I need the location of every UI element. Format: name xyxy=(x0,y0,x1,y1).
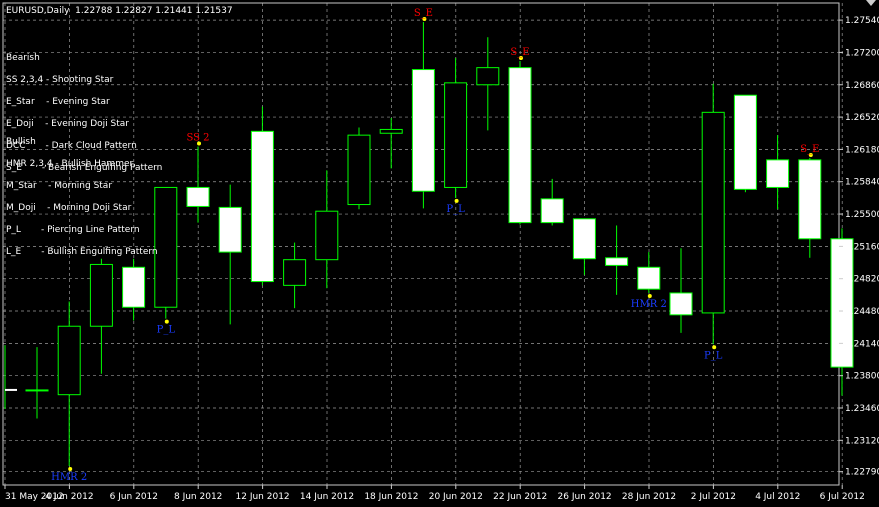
x-tick-label: 14 Jun 2012 xyxy=(300,492,354,502)
pattern-label: P_L xyxy=(704,350,723,361)
candle-body xyxy=(283,259,307,286)
x-tick-label: 4 Jun 2012 xyxy=(45,492,93,502)
pattern-label: P_L xyxy=(446,204,465,215)
bullish-legend-item: M_Doji - Morning Doji Star xyxy=(6,203,132,213)
price-axis: 1.27540 1.27200 1.26860 1.26520 1.26180 1.258… xyxy=(839,16,879,478)
pattern-marker xyxy=(454,198,459,203)
pattern-label: P_L xyxy=(157,325,176,336)
x-tick-label: 12 Jun 2012 xyxy=(236,492,290,502)
bearish-legend-title: Bearish xyxy=(6,53,40,63)
candle-body xyxy=(411,69,435,192)
bullish-legend-item: L_E - Bullish Engulfing Pattern xyxy=(6,247,158,257)
y-tick-label: 1.26860 xyxy=(845,81,879,91)
y-tick-label: 1.24140 xyxy=(845,339,879,349)
pattern-marker xyxy=(647,293,652,298)
pattern-marker xyxy=(164,319,169,324)
pattern-label: S_E xyxy=(414,8,433,19)
pattern-label: HMR 2 xyxy=(51,472,87,483)
x-tick-label: 26 Jun 2012 xyxy=(558,492,612,502)
pattern-label: S_E xyxy=(800,144,819,155)
pattern-marker xyxy=(68,466,73,471)
candle-body xyxy=(701,111,725,314)
candle-body xyxy=(605,257,629,266)
x-tick-label: 28 Jun 2012 xyxy=(622,492,676,502)
candle-body xyxy=(379,128,403,134)
y-tick-label: 1.23120 xyxy=(845,436,879,446)
candle-body xyxy=(637,266,661,290)
x-tick-label: 6 Jun 2012 xyxy=(110,492,158,502)
bearish-legend-item: SS 2,3,4 - Shooting Star xyxy=(6,75,114,85)
bullish-legend-item: M_Star - Morning Star xyxy=(6,181,113,191)
x-tick-label: 20 Jun 2012 xyxy=(429,492,483,502)
x-tick-label: 6 Jul 2012 xyxy=(820,492,865,502)
bullish-legend-title: Bullish xyxy=(6,137,36,147)
bullish-legend-item: P_L - Piercing Line Pattern xyxy=(6,225,140,235)
bullish-legend: Bullish HMR 2,3,4 - Bullish Hammer M_Sta… xyxy=(6,126,158,269)
candle-body xyxy=(250,130,274,283)
candle-body xyxy=(476,67,500,86)
x-tick-label: 8 Jun 2012 xyxy=(174,492,222,502)
candle-body xyxy=(347,134,371,206)
y-tick-label: 1.27200 xyxy=(845,48,879,58)
ohlc-values: 1.22788 1.22827 1.21441 1.21537 xyxy=(75,6,233,16)
y-tick-label: 1.25160 xyxy=(845,242,879,252)
candle-body xyxy=(508,67,532,224)
candle-body xyxy=(315,210,339,261)
x-tick-label: 4 Jul 2012 xyxy=(755,492,800,502)
y-tick-label: 1.23800 xyxy=(845,372,879,382)
candle-body xyxy=(669,292,693,316)
pattern-label: HMR 2 xyxy=(631,299,667,310)
candle-body xyxy=(154,186,178,308)
candle-body xyxy=(798,159,822,240)
candle-body xyxy=(25,389,49,392)
x-tick-label: 18 Jun 2012 xyxy=(364,492,418,502)
candle-body xyxy=(186,186,210,207)
pattern-label: SS 2 xyxy=(186,133,209,144)
candle-body xyxy=(572,218,596,260)
candle-body xyxy=(444,82,468,188)
candle-body xyxy=(57,325,81,396)
y-tick-label: 1.25500 xyxy=(845,210,879,220)
y-tick-label: 1.25840 xyxy=(845,178,879,188)
pattern-marker xyxy=(712,345,717,350)
symbol-header: EURUSD,Daily 1.22788 1.22827 1.21441 1.2… xyxy=(6,6,233,17)
bullish-legend-item: HMR 2,3,4 - Bullish Hammer xyxy=(6,159,134,169)
candle-body xyxy=(89,263,113,327)
y-tick-label: 1.26520 xyxy=(845,113,879,123)
y-tick-label: 1.26180 xyxy=(845,145,879,155)
chart-shift-marker-icon[interactable] xyxy=(866,0,876,6)
bearish-legend-item: E_Star - Evening Star xyxy=(6,97,110,107)
candle-body xyxy=(218,206,242,253)
pattern-label: S_E xyxy=(510,47,529,58)
y-tick-label: 1.24820 xyxy=(845,275,879,285)
y-tick-label: 1.24480 xyxy=(845,307,879,317)
candle-body xyxy=(122,266,146,308)
candle-body xyxy=(733,94,757,190)
symbol-name: EURUSD,Daily xyxy=(6,6,70,16)
candle-body xyxy=(540,198,564,224)
x-tick-label: 22 Jun 2012 xyxy=(493,492,547,502)
y-tick-label: 1.22790 xyxy=(845,468,879,478)
y-tick-label: 1.27540 xyxy=(845,16,879,26)
candle-body xyxy=(766,159,790,188)
y-tick-label: 1.23460 xyxy=(845,404,879,414)
x-tick-label: 2 Jul 2012 xyxy=(691,492,736,502)
